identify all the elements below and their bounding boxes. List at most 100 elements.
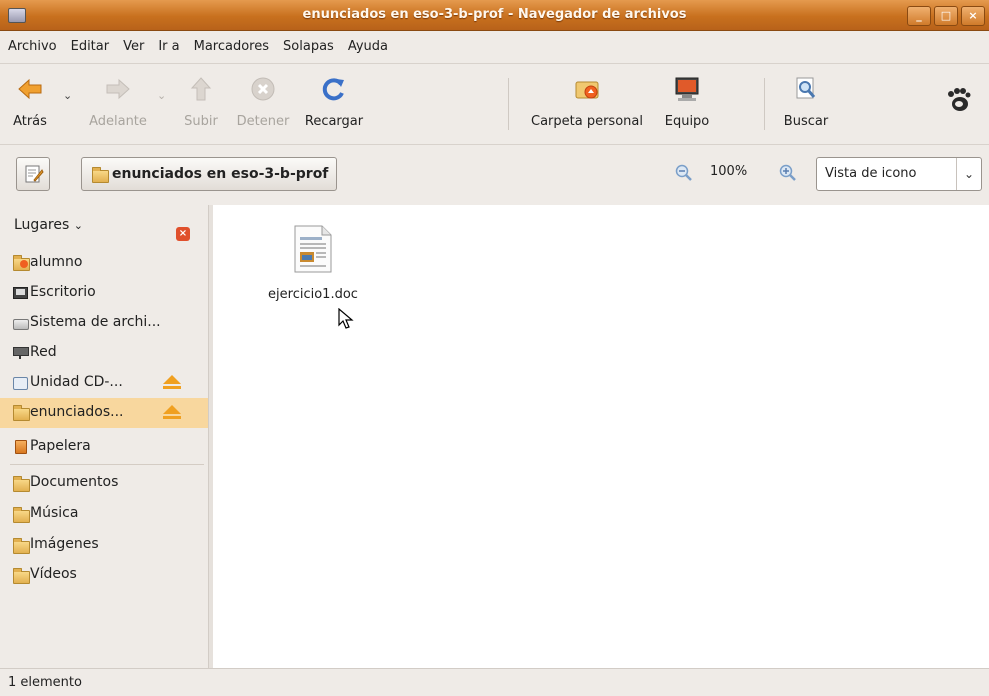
eject-icon[interactable] <box>163 405 181 419</box>
menu-bar: Archivo Editar Ver Ir a Marcadores Solap… <box>0 31 989 61</box>
window-controls: _ □ × <box>907 6 985 26</box>
folder-icon <box>13 538 30 554</box>
view-mode-value: Vista de icono <box>825 166 917 181</box>
sidebar-item-sistema-de-archivos[interactable]: Sistema de archi... <box>0 308 208 338</box>
computer-button[interactable]: Equipo <box>656 70 718 129</box>
sidebar-item-papelera[interactable]: Papelera <box>0 432 208 462</box>
location-bar: enunciados en eso-3-b-prof 100% Vista de… <box>0 145 989 203</box>
sidebar-item-videos[interactable]: Vídeos <box>0 560 208 590</box>
sidebar-item-label: Vídeos <box>30 566 77 582</box>
menu-editar[interactable]: Editar <box>64 39 117 54</box>
search-label: Buscar <box>783 114 829 129</box>
menu-ver[interactable]: Ver <box>116 39 151 54</box>
close-button[interactable]: × <box>961 6 985 26</box>
stop-label: Detener <box>236 114 290 129</box>
minimize-button[interactable]: _ <box>907 6 931 26</box>
reload-label: Recargar <box>304 114 364 129</box>
sidebar-item-imagenes[interactable]: Imágenes <box>0 530 208 560</box>
zoom-out-icon[interactable] <box>675 164 693 182</box>
back-history-chevron-icon[interactable]: ⌄ <box>63 89 72 102</box>
file-view[interactable]: ejercicio1.doc <box>213 205 989 668</box>
sidebar-item-label: Papelera <box>30 438 91 454</box>
computer-icon <box>675 77 699 101</box>
sidebar-header: Lugares ⌄ × <box>0 205 208 245</box>
sidebar-item-label: alumno <box>30 254 83 270</box>
reload-icon <box>322 78 344 101</box>
folder-icon <box>13 476 30 492</box>
pencil-note-icon <box>25 165 44 183</box>
sidebar-item-label: Unidad CD-... <box>30 374 123 390</box>
drive-icon <box>13 316 29 330</box>
sidebar-item-musica[interactable]: Música <box>0 499 208 529</box>
reload-button[interactable]: Recargar <box>298 70 370 129</box>
sidebar-item-red[interactable]: Red <box>0 338 208 368</box>
path-label: enunciados en eso-3-b-prof <box>112 166 329 182</box>
network-folder-icon <box>13 405 30 421</box>
home-folder-icon <box>575 81 599 99</box>
forward-button[interactable]: Adelante <box>86 70 150 129</box>
home-label: Carpeta personal <box>531 114 643 129</box>
window-title: enunciados en eso-3-b-prof - Navegador d… <box>302 7 687 22</box>
chevron-down-icon: ⌄ <box>73 219 83 232</box>
back-label: Atrás <box>13 114 47 129</box>
mouse-pointer-icon <box>338 308 354 329</box>
search-icon <box>796 77 816 99</box>
sidebar-item-label: Imágenes <box>30 536 99 552</box>
sidebar-item-label: Escritorio <box>30 284 96 300</box>
back-button[interactable]: Atrás <box>4 70 56 129</box>
sidebar-item-label: Red <box>30 344 57 360</box>
view-mode-select[interactable]: Vista de icono ⌄ <box>816 157 982 191</box>
maximize-button[interactable]: □ <box>934 6 958 26</box>
edit-location-button[interactable] <box>16 157 50 191</box>
cd-drive-icon <box>13 376 28 390</box>
close-sidebar-icon[interactable]: × <box>176 227 190 241</box>
menu-archivo[interactable]: Archivo <box>0 39 64 54</box>
eject-icon[interactable] <box>163 375 181 389</box>
menu-solapas[interactable]: Solapas <box>276 39 341 54</box>
computer-label: Equipo <box>664 114 710 129</box>
desktop-icon <box>13 286 28 299</box>
sidebar-item-alumno[interactable]: alumno <box>0 248 208 278</box>
zoom-in-icon[interactable] <box>779 164 797 182</box>
forward-history-chevron-icon[interactable]: ⌄ <box>157 89 166 102</box>
sidebar-item-documentos[interactable]: Documentos <box>0 468 208 498</box>
places-dropdown[interactable]: Lugares ⌄ <box>14 217 83 233</box>
sidebar-item-label: Documentos <box>30 474 119 490</box>
zoom-level[interactable]: 100% <box>710 164 747 179</box>
menu-ir-a[interactable]: Ir a <box>151 39 186 54</box>
file-item[interactable]: ejercicio1.doc <box>253 225 373 302</box>
status-text: 1 elemento <box>8 675 82 690</box>
home-button[interactable]: Carpeta personal <box>520 70 654 129</box>
toolbar-separator <box>764 78 765 130</box>
back-arrow-icon <box>18 78 42 100</box>
sidebar-item-label: enunciados... <box>30 404 124 420</box>
stop-button[interactable]: Detener <box>230 70 296 129</box>
gnome-foot-icon <box>948 88 971 111</box>
sidebar: Lugares ⌄ × alumno Escritorio Sistema de… <box>0 205 208 668</box>
sidebar-item-escritorio[interactable]: Escritorio <box>0 278 208 308</box>
up-button[interactable]: Subir <box>176 70 226 129</box>
forward-label: Adelante <box>89 114 147 129</box>
sidebar-item-unidad-cd[interactable]: Unidad CD-... <box>0 368 208 398</box>
toolbar: Atrás ⌄ Adelante ⌄ Subir Detener Recarga… <box>0 63 989 145</box>
file-name: ejercicio1.doc <box>268 287 358 302</box>
trash-icon <box>13 440 28 454</box>
folder-icon <box>13 507 30 523</box>
toolbar-separator <box>508 78 509 130</box>
chevron-down-icon[interactable]: ⌄ <box>956 158 981 190</box>
menu-ayuda[interactable]: Ayuda <box>341 39 395 54</box>
up-label: Subir <box>184 114 218 129</box>
menu-marcadores[interactable]: Marcadores <box>187 39 276 54</box>
places-label: Lugares <box>14 217 70 233</box>
title-bar[interactable]: enunciados en eso-3-b-prof - Navegador d… <box>0 0 989 31</box>
search-button[interactable]: Buscar <box>776 70 836 129</box>
network-icon <box>13 346 29 359</box>
document-icon <box>294 225 332 273</box>
sidebar-item-label: Música <box>30 505 79 521</box>
forward-arrow-icon <box>106 78 130 100</box>
status-bar: 1 elemento <box>0 668 989 696</box>
sidebar-item-enunciados[interactable]: enunciados... <box>0 398 208 428</box>
up-arrow-icon <box>190 77 212 101</box>
path-button-current[interactable]: enunciados en eso-3-b-prof <box>81 157 338 191</box>
home-folder-icon <box>13 255 30 271</box>
